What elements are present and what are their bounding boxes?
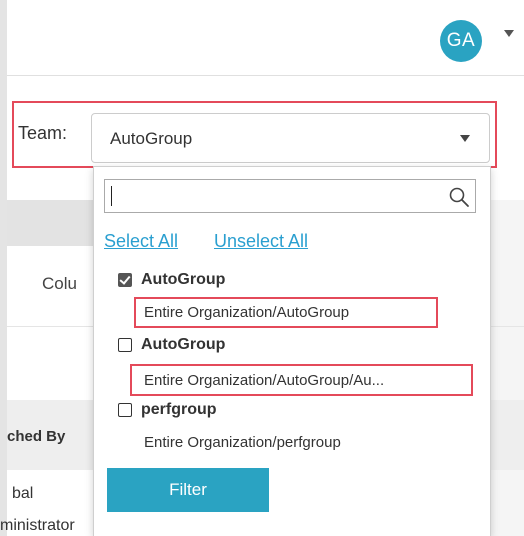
option-1-path: Entire Organization/AutoGroup [144,304,350,321]
unselect-all-link[interactable]: Unselect All [214,231,308,252]
table-header-cell-fragment: ched By [7,428,66,445]
chevron-down-icon [460,135,470,142]
page-left-edge [0,0,7,536]
team-label: Team: [18,123,68,143]
team-search-input[interactable] [115,184,435,208]
user-menu-caret-icon[interactable] [504,30,514,37]
option-1-checkbox[interactable] [118,273,132,287]
option-3-checkbox[interactable] [118,403,132,417]
option-2-checkbox[interactable] [118,338,132,352]
table-cell-fragment-2: ministrator [0,517,75,534]
team-select-value: AutoGroup [110,129,193,148]
user-avatar[interactable]: GA [440,20,482,62]
option-2-path: Entire Organization/AutoGroup/Au... [144,372,385,389]
option-3-name[interactable]: perfgroup [141,401,217,419]
content-side-panel [488,200,524,536]
search-icon[interactable] [448,186,470,208]
team-search-box[interactable] [104,179,476,213]
table-cell-fragment-1: bal [12,485,34,502]
team-select[interactable]: AutoGroup [91,113,490,163]
select-all-link[interactable]: Select All [104,231,178,252]
option-2-name[interactable]: AutoGroup [141,336,225,354]
option-3-path: Entire Organization/perfgroup [144,434,341,451]
columns-label-fragment: Colu [42,274,77,293]
text-cursor [111,186,112,206]
option-1-name[interactable]: AutoGroup [141,271,225,289]
filter-button[interactable]: Filter [107,468,269,512]
